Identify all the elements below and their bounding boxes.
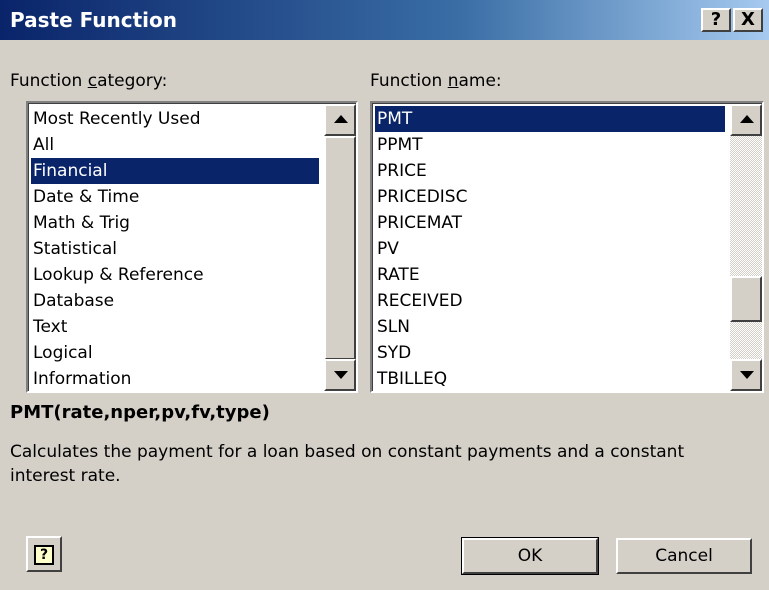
function-category-label: Function category: [10,71,167,91]
arrow-down-icon [334,371,348,379]
function-name-label: Function name: [370,71,502,91]
category-item-lookup-reference[interactable]: Lookup & Reference [31,262,204,288]
category-label-accel: c [87,71,98,91]
category-item-date-time[interactable]: Date & Time [31,184,139,210]
function-scroll-down-button[interactable] [730,359,762,391]
name-label-accel: n [447,71,459,91]
category-label-prefix: Function [10,71,88,91]
close-icon: X [741,9,755,30]
function-scroll-up-button[interactable] [730,104,762,136]
function-scrollbar[interactable] [730,104,762,391]
category-item-logical[interactable]: Logical [31,340,93,366]
category-item-database[interactable]: Database [31,288,114,314]
category-scrollbar[interactable] [324,104,356,391]
function-item-pv[interactable]: PV [375,236,399,262]
arrow-up-icon [740,115,754,123]
function-scroll-thumb[interactable] [730,276,762,322]
function-item-ppmt[interactable]: PPMT [375,132,423,158]
category-item-statistical[interactable]: Statistical [31,236,117,262]
function-category-list[interactable]: Most Recently Used All Financial Date & … [26,101,358,393]
name-label-suffix: ame: [458,71,502,91]
title-bar: Paste Function ? X [0,0,769,40]
name-label-prefix: Function [370,71,448,91]
function-item-price[interactable]: PRICE [375,158,427,184]
ok-button[interactable]: OK [461,537,599,575]
cancel-button[interactable]: Cancel [616,538,752,574]
function-item-syd[interactable]: SYD [375,340,411,366]
category-item-information[interactable]: Information [31,366,131,391]
close-button[interactable]: X [733,8,763,32]
function-item-tbilleq[interactable]: TBILLEQ [375,366,447,391]
category-item-most-recently-used[interactable]: Most Recently Used [31,106,201,132]
help-title-button[interactable]: ? [701,8,731,32]
function-description: Calculates the payment for a loan based … [10,442,685,486]
help-icon: ? [34,545,54,565]
category-item-text[interactable]: Text [31,314,67,340]
function-item-rate[interactable]: RATE [375,262,420,288]
category-item-math-trig[interactable]: Math & Trig [31,210,130,236]
category-label-suffix: ategory: [97,71,168,91]
category-item-financial[interactable]: Financial [31,158,319,184]
function-item-pricedisc[interactable]: PRICEDISC [375,184,467,210]
function-name-list[interactable]: PMT PPMT PRICE PRICEDISC PRICEMAT PV RAT… [370,101,764,393]
function-item-pmt[interactable]: PMT [375,106,725,132]
function-syntax: PMT(rate,nper,pv,fv,type) [10,402,270,423]
help-title-label: ? [710,9,722,30]
category-scroll-down-button[interactable] [324,359,356,391]
window-title: Paste Function [10,8,178,32]
arrow-up-icon [334,115,348,123]
category-scroll-thumb[interactable] [324,136,356,360]
function-item-sln[interactable]: SLN [375,314,410,340]
function-item-pricemat[interactable]: PRICEMAT [375,210,462,236]
category-item-all[interactable]: All [31,132,54,158]
arrow-down-icon [740,371,754,379]
help-button[interactable]: ? [26,536,62,572]
function-item-received[interactable]: RECEIVED [375,288,463,314]
category-scroll-up-button[interactable] [324,104,356,136]
